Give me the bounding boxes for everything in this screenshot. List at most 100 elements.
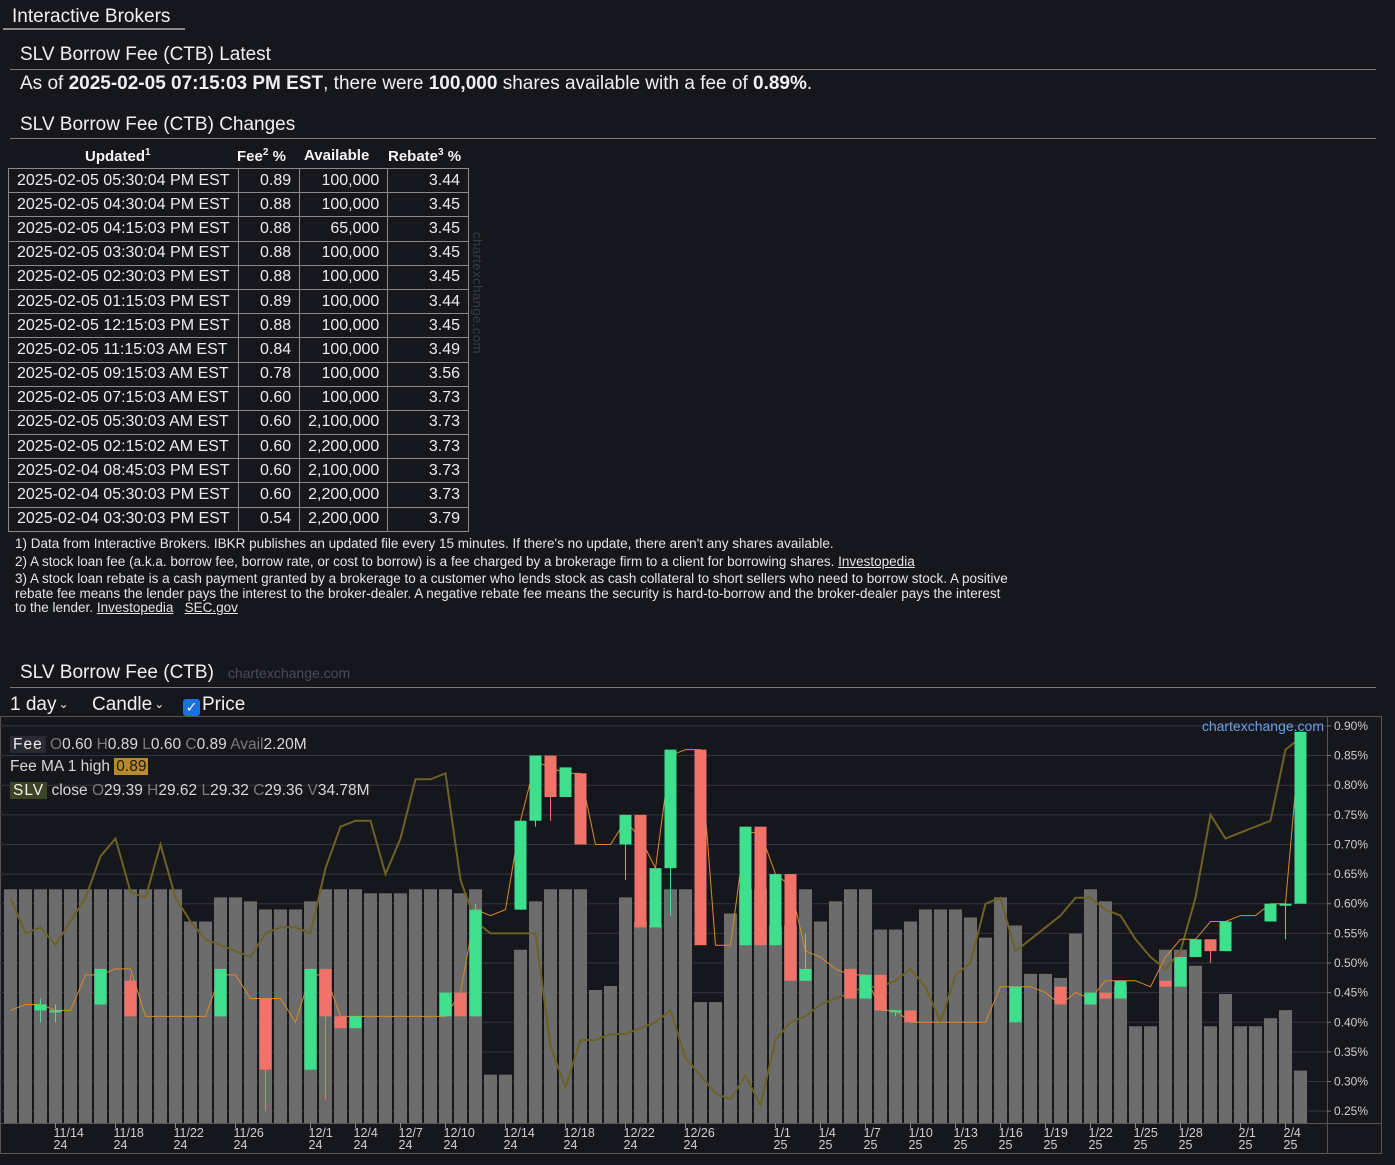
volume-bar xyxy=(499,1074,512,1123)
slv-tag: SLV xyxy=(10,782,48,799)
cell-available: 2,100,000 xyxy=(299,409,389,436)
volume-bar xyxy=(379,893,392,1123)
fee-candle xyxy=(1174,957,1187,987)
slv-legend: SLV close O29.39 H29.62 L29.32 C29.36 V3… xyxy=(10,782,370,800)
fee-candle xyxy=(1009,986,1022,1023)
volume-bar xyxy=(1189,965,1202,1123)
cell-available: 100,000 xyxy=(299,192,389,218)
investopedia-link[interactable]: Investopedia xyxy=(97,600,174,616)
interval-dropdown[interactable]: 1 day ⌄ xyxy=(10,694,69,716)
fee-candle xyxy=(34,1004,47,1011)
cell-rebate: 3.44 xyxy=(387,288,469,315)
x-tick-label: 25 xyxy=(909,1138,923,1152)
cell-updated: 2025-02-05 09:15:03 AM EST xyxy=(8,361,239,387)
fee-candle xyxy=(259,998,272,1070)
fee-candle xyxy=(634,814,647,928)
volume-bar xyxy=(679,889,692,1123)
fee-candle xyxy=(739,826,752,946)
cell-fee: 0.88 xyxy=(237,192,301,218)
cell-rebate: 3.79 xyxy=(387,506,469,532)
y-tick-label: 0.85% xyxy=(1334,749,1368,763)
chart-source-label[interactable]: chartexchange.com xyxy=(1202,718,1324,734)
table-row: 2025-02-05 04:15:03 PM EST 0.88 65,000 3.45 xyxy=(8,216,469,242)
price-toggle[interactable]: ✓ Price xyxy=(183,694,245,716)
volume-bar xyxy=(1114,985,1127,1123)
cell-rebate: 3.56 xyxy=(387,361,469,387)
cell-rebate: 3.73 xyxy=(387,409,469,436)
volume-bar xyxy=(634,921,647,1123)
volume-bar xyxy=(799,889,812,1123)
fee-candle xyxy=(799,968,812,981)
volume-bar xyxy=(694,1002,707,1123)
fee-candle xyxy=(1114,980,1127,999)
x-tick-label: 24 xyxy=(174,1138,188,1152)
fee-candle xyxy=(439,992,452,1017)
cell-available: 2,200,000 xyxy=(299,482,389,508)
cell-fee: 0.89 xyxy=(237,288,301,315)
cell-updated: 2025-02-05 04:30:04 PM EST xyxy=(8,192,239,218)
tab-interactive-brokers[interactable]: Interactive Brokers xyxy=(3,4,185,30)
cell-rebate: 3.45 xyxy=(387,240,469,266)
volume-bar xyxy=(154,889,167,1123)
volume-bar xyxy=(814,921,827,1123)
x-tick-label: 24 xyxy=(114,1138,128,1152)
fee-candle xyxy=(574,773,587,845)
y-tick-label: 0.70% xyxy=(1334,837,1368,851)
checkbox-icon[interactable]: ✓ xyxy=(183,699,200,716)
volume-bar xyxy=(139,889,152,1123)
cell-rebate: 3.73 xyxy=(387,434,469,460)
sec-gov-link[interactable]: SEC.gov xyxy=(185,600,238,616)
volume-bar xyxy=(994,897,1007,1123)
fee-candle xyxy=(94,968,107,1005)
cell-updated: 2025-02-04 05:30:03 PM EST xyxy=(8,482,239,508)
fee-candle xyxy=(1159,980,1172,987)
x-tick-label: 24 xyxy=(504,1138,518,1152)
fee-candle xyxy=(454,992,467,1017)
changes-title: SLV Borrow Fee (CTB) Changes xyxy=(20,114,296,135)
cell-fee: 0.60 xyxy=(237,409,301,436)
divider xyxy=(10,69,1376,70)
volume-bar xyxy=(394,893,407,1123)
volume-bar xyxy=(1204,1026,1217,1123)
latest-prefix: As of xyxy=(20,73,69,94)
x-tick-label: 24 xyxy=(564,1138,578,1152)
fee-candle xyxy=(874,974,887,1011)
latest-title: SLV Borrow Fee (CTB) Latest xyxy=(20,44,271,65)
volume-bar xyxy=(409,889,422,1123)
x-tick-label: 25 xyxy=(864,1138,878,1152)
fee-candle xyxy=(769,874,782,946)
volume-bar xyxy=(1024,973,1037,1123)
x-tick-label: 25 xyxy=(999,1138,1013,1152)
cell-updated: 2025-02-05 05:30:04 PM EST xyxy=(8,167,239,194)
chart-title: SLV Borrow Fee (CTB) chartexchange.com xyxy=(20,662,351,683)
volume-bar xyxy=(829,901,842,1123)
volume-bar xyxy=(949,909,962,1123)
fee-candle xyxy=(859,974,872,999)
volume-bar xyxy=(1099,901,1112,1123)
x-tick-label: 24 xyxy=(309,1138,323,1152)
volume-bar xyxy=(364,893,377,1123)
y-tick-label: 0.40% xyxy=(1334,1015,1368,1029)
volume-bar xyxy=(349,889,362,1123)
volume-bar xyxy=(1129,1026,1142,1123)
table-row: 2025-02-05 05:30:04 PM EST 0.89 100,000 3.4… xyxy=(8,167,469,194)
investopedia-link[interactable]: Investopedia xyxy=(838,554,915,569)
footnote-2: 2) A stock loan fee (a.k.a. borrow fee, … xyxy=(15,553,915,569)
volume-bar xyxy=(1249,1026,1262,1123)
table-row: 2025-02-05 11:15:03 AM EST 0.84 100,000 3.4… xyxy=(8,337,469,363)
cell-rebate: 3.45 xyxy=(387,216,469,242)
footnote-3: 3) A stock loan rebate is a cash payment… xyxy=(15,571,1008,616)
fee-candle xyxy=(469,909,482,1017)
fee-chart[interactable]: 0.90% 0.85% 0.80% 0.75% 0.70% 0.65% 0.60% 0.55%… xyxy=(0,716,1382,1160)
fee-tag: Fee xyxy=(10,736,46,753)
table-row: 2025-02-05 04:30:04 PM EST 0.88 100,000 3.4… xyxy=(8,192,469,218)
y-tick-label: 0.75% xyxy=(1334,808,1368,822)
changes-table: 2025-02-05 05:30:04 PM EST 0.89 100,000 3.4… xyxy=(8,167,469,532)
cell-rebate: 3.45 xyxy=(387,264,469,290)
cell-updated: 2025-02-05 12:15:03 PM EST xyxy=(8,313,239,339)
table-row: 2025-02-05 02:30:03 PM EST 0.88 100,000 3.4… xyxy=(8,264,469,290)
volume-bar xyxy=(889,929,902,1123)
chart-style-dropdown[interactable]: Candle ⌄ xyxy=(92,694,164,716)
table-row: 2025-02-05 01:15:03 PM EST 0.89 100,000 3.4… xyxy=(8,288,469,315)
volume-bar xyxy=(604,985,617,1123)
